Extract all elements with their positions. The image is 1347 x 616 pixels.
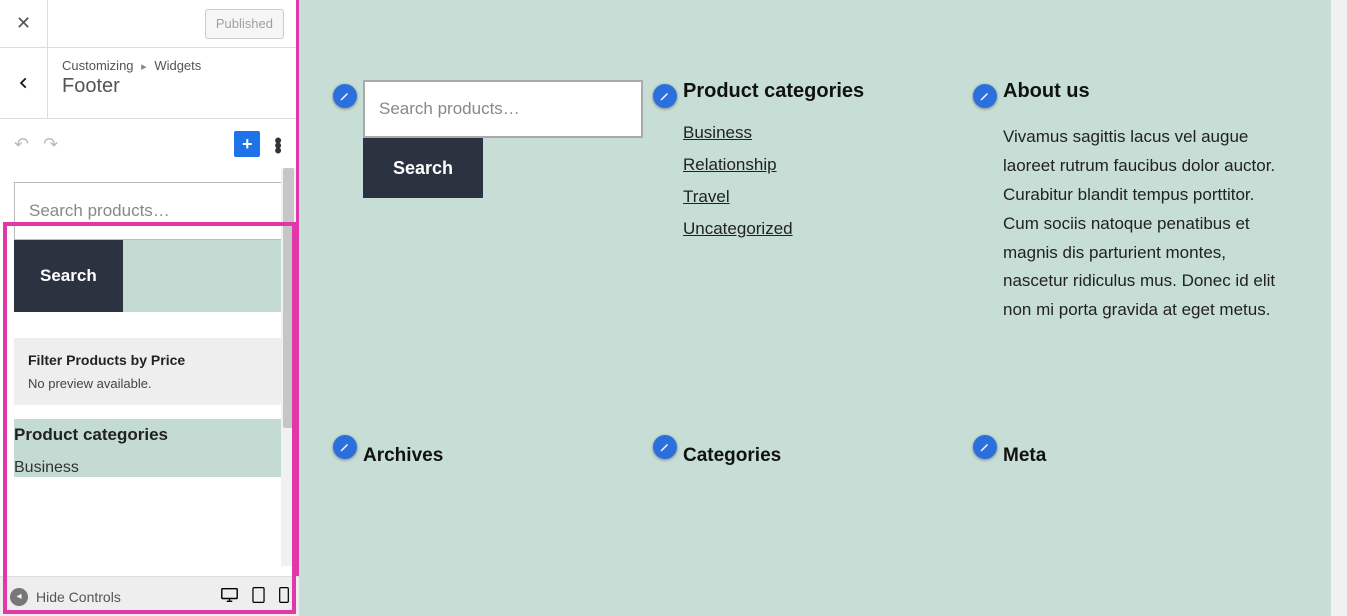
mobile-preview-button[interactable]: [279, 587, 289, 607]
category-link[interactable]: Business: [683, 123, 963, 143]
editor-toolbar: ↶ ↷ + •••: [0, 119, 296, 169]
panel-title: Footer: [62, 75, 201, 98]
breadcrumb-root: Customizing: [62, 58, 134, 73]
category-link[interactable]: Relationship: [683, 155, 963, 175]
pencil-icon: [659, 441, 671, 453]
back-button[interactable]: [0, 48, 48, 118]
breadcrumb-row: Customizing ▸ Widgets Footer: [0, 48, 296, 119]
pencil-icon: [979, 90, 991, 102]
edit-widget-button[interactable]: [653, 84, 677, 108]
category-link[interactable]: Travel: [683, 187, 963, 207]
search-button[interactable]: Search: [14, 240, 123, 312]
footer-col-meta: Meta: [1003, 445, 1283, 467]
category-links: Business Relationship Travel Uncategoriz…: [683, 123, 963, 239]
undo-button[interactable]: ↶: [14, 134, 29, 155]
category-link[interactable]: Uncategorized: [683, 219, 963, 239]
widget-product-categories[interactable]: Product categories Business: [14, 419, 282, 477]
site-preview: Search Product categories Business Relat…: [299, 0, 1347, 616]
breadcrumb-separator: ▸: [141, 61, 147, 73]
add-block-button[interactable]: +: [234, 131, 260, 157]
filter-title: Filter Products by Price: [28, 352, 268, 368]
tablet-preview-button[interactable]: [252, 587, 265, 607]
close-customizer-button[interactable]: ✕: [0, 0, 48, 48]
edit-widget-button[interactable]: [973, 84, 997, 108]
desktop-icon: [221, 588, 238, 602]
breadcrumb-leaf: Widgets: [154, 58, 201, 73]
page-scrollbar[interactable]: [1331, 0, 1347, 616]
sidebar-scrollbar[interactable]: [281, 168, 296, 566]
pencil-icon: [339, 90, 351, 102]
footer-col-about-us: About us Vivamus sagittis lacus vel augu…: [1003, 80, 1283, 325]
footer-col-archives: Archives: [363, 445, 643, 467]
widget-heading: Archives: [363, 445, 643, 467]
hide-controls-label[interactable]: Hide Controls: [36, 589, 121, 605]
tablet-icon: [252, 587, 265, 603]
more-options-button[interactable]: •••: [274, 137, 282, 152]
desktop-preview-button[interactable]: [221, 588, 238, 606]
widget-heading: About us: [1003, 80, 1283, 103]
footer-col-search: Search: [363, 80, 643, 325]
list-item: Business: [14, 449, 282, 477]
mobile-icon: [279, 587, 289, 603]
publish-button[interactable]: Published: [205, 9, 284, 39]
chevron-left-icon: [17, 76, 31, 90]
widget-search[interactable]: Search: [14, 182, 282, 312]
pencil-icon: [979, 441, 991, 453]
edit-widget-button[interactable]: [333, 84, 357, 108]
breadcrumb: Customizing ▸ Widgets: [62, 58, 201, 73]
filter-placeholder-message: No preview available.: [28, 376, 268, 391]
widget-heading: Product categories: [683, 80, 963, 103]
edit-widget-button[interactable]: [333, 435, 357, 459]
search-form: [363, 80, 643, 138]
edit-widget-button[interactable]: [973, 435, 997, 459]
sidebar-header: ✕ Published: [0, 0, 296, 48]
widget-heading: Categories: [683, 445, 963, 467]
search-input[interactable]: [15, 183, 281, 239]
redo-button[interactable]: ↷: [43, 134, 58, 155]
widget-filter-price[interactable]: Filter Products by Price No preview avai…: [14, 338, 282, 405]
widget-heading: Meta: [1003, 445, 1283, 467]
footer-col-categories: Categories: [683, 445, 963, 467]
collapse-sidebar-button[interactable]: ◂: [10, 588, 28, 606]
pencil-icon: [339, 441, 351, 453]
widget-heading: Product categories: [14, 421, 282, 449]
pencil-icon: [659, 90, 671, 102]
widget-editor: Search Filter Products by Price No previ…: [0, 168, 296, 566]
about-text: Vivamus sagittis lacus vel augue laoreet…: [1003, 123, 1283, 325]
search-button[interactable]: Search: [363, 138, 483, 198]
customizer-sidebar: ✕ Published Customizing ▸ Widgets Footer…: [0, 0, 299, 616]
edit-widget-button[interactable]: [653, 435, 677, 459]
footer-col-product-categories: Product categories Business Relationship…: [683, 80, 963, 325]
sidebar-footer: ◂ Hide Controls: [0, 576, 299, 616]
search-input[interactable]: [365, 82, 641, 136]
scrollbar-thumb[interactable]: [283, 168, 294, 428]
